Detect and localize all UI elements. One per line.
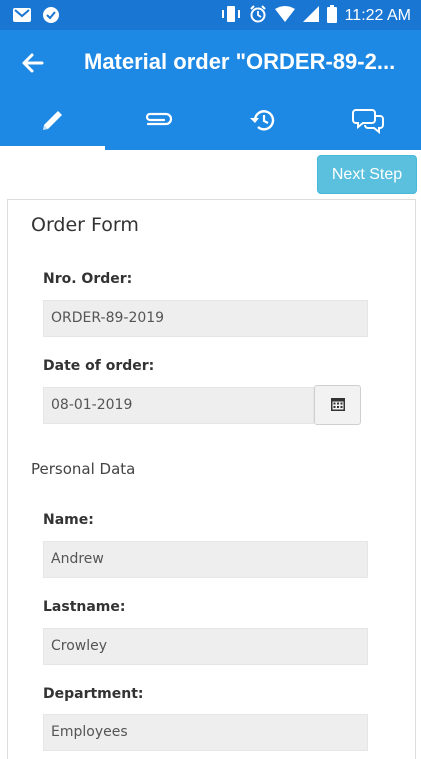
order-date-field[interactable]: 08-01-2019 <box>43 387 314 424</box>
lastname-field[interactable]: Crowley <box>43 628 368 665</box>
alarm-icon <box>249 5 267 27</box>
gmail-icon <box>12 6 32 28</box>
pencil-icon <box>40 107 66 137</box>
vibrate-icon <box>221 5 241 27</box>
chat-icon <box>351 106 384 138</box>
next-step-button[interactable]: Next Step <box>317 155 417 194</box>
tab-attachments[interactable] <box>105 94 210 150</box>
department-field[interactable]: Employees <box>43 714 368 751</box>
page-title: Material order "ORDER-89-2... <box>84 49 396 74</box>
notification-icon <box>42 6 60 28</box>
order-number-label: Nro. Order: <box>43 271 133 287</box>
order-number-field[interactable]: ORDER-89-2019 <box>43 300 368 337</box>
section-personal-data: Personal Data <box>31 460 136 478</box>
department-label: Department: <box>43 686 144 702</box>
status-bar: 11:22 AM <box>0 0 421 30</box>
order-date-label: Date of order: <box>43 358 155 374</box>
signal-icon <box>302 6 319 26</box>
paperclip-icon <box>142 109 174 135</box>
wifi-icon <box>274 6 295 26</box>
calendar-button[interactable] <box>314 385 361 425</box>
status-time: 11:22 AM <box>344 7 411 24</box>
arrow-left-icon <box>18 53 48 82</box>
tab-bar <box>0 94 421 150</box>
tab-comments[interactable] <box>315 94 420 150</box>
tab-edit[interactable] <box>0 94 105 150</box>
name-label: Name: <box>43 512 94 528</box>
calendar-icon <box>330 396 345 415</box>
form-title: Order Form <box>31 214 139 236</box>
app-bar: Material order "ORDER-89-2... <box>0 30 421 94</box>
history-icon <box>248 106 278 138</box>
tab-history[interactable] <box>210 94 315 150</box>
active-tab-indicator <box>0 146 105 150</box>
battery-icon <box>326 5 337 27</box>
back-button[interactable] <box>18 48 48 78</box>
name-field[interactable]: Andrew <box>43 541 368 578</box>
lastname-label: Lastname: <box>43 599 126 615</box>
